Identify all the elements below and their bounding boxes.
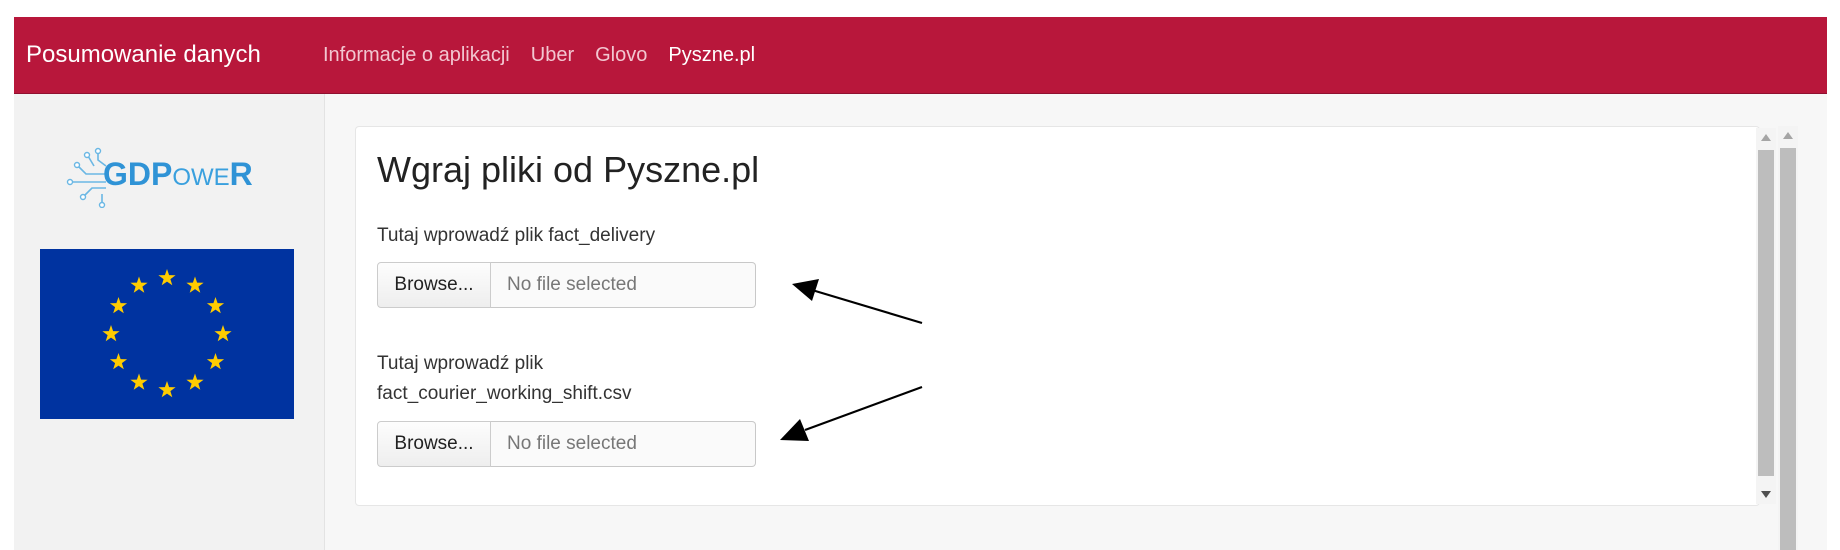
annotation-arrow bbox=[804, 385, 923, 432]
arrowhead-icon bbox=[792, 279, 819, 301]
annotation-arrow bbox=[811, 288, 923, 325]
arrowhead-icon bbox=[780, 419, 809, 441]
annotation-arrows bbox=[780, 279, 923, 441]
